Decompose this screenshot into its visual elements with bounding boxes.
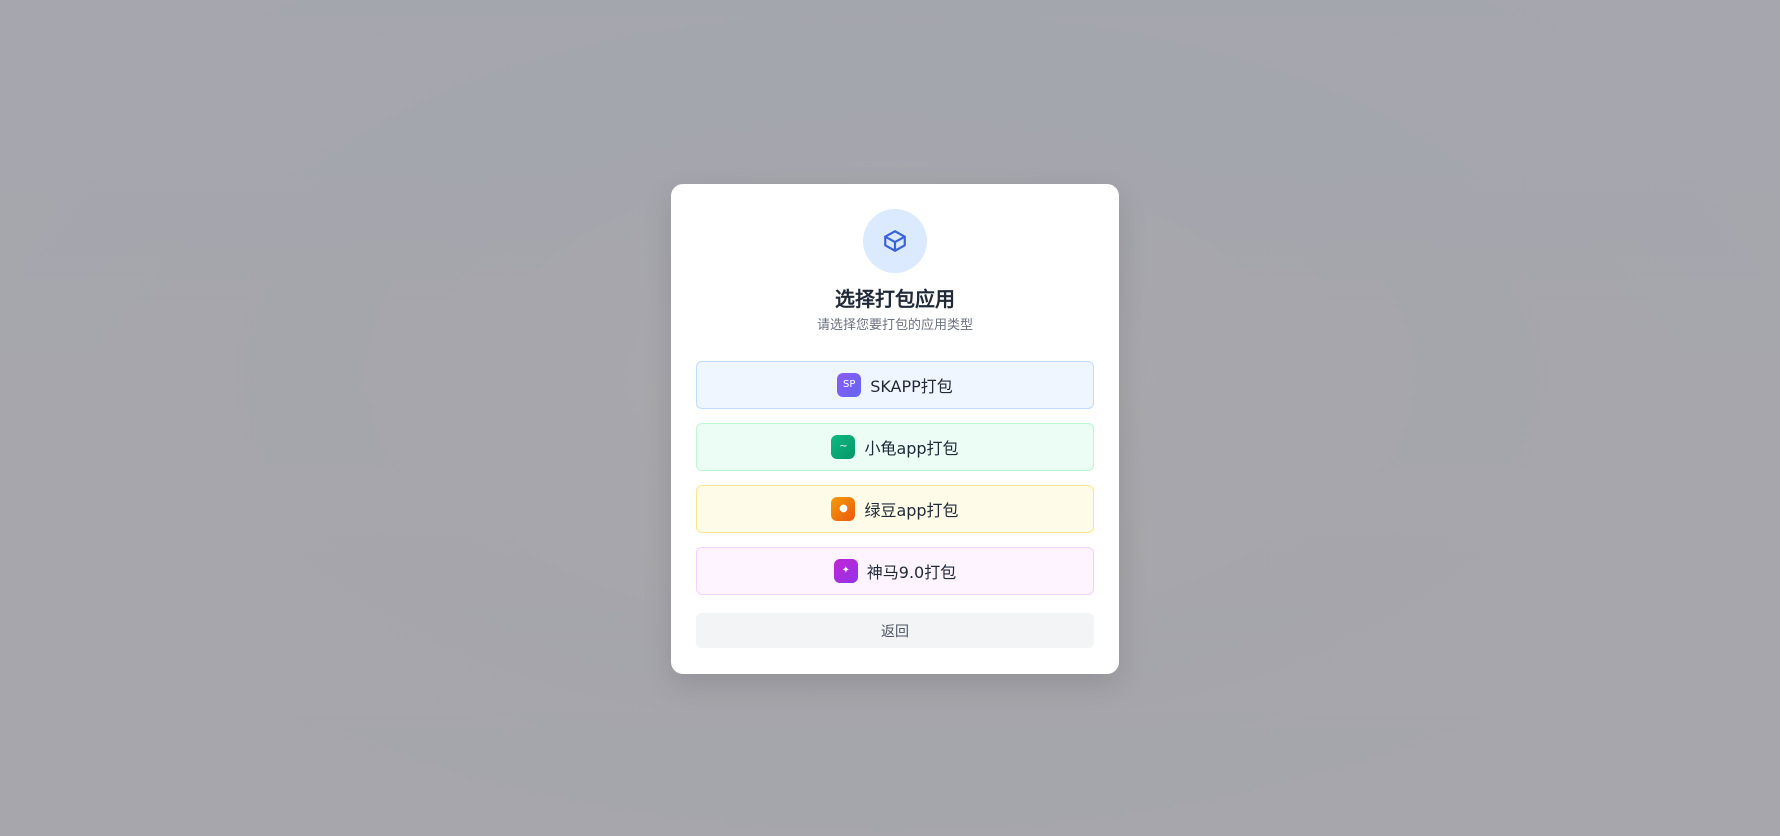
header-icon-circle [863,209,927,273]
option-label: 绿豆app打包 [864,501,959,520]
option-turtle-app-package[interactable]: ~ 小龟app打包 [696,423,1094,471]
option-label: SKAPP打包 [870,377,953,396]
turtle-app-icon: ~ [831,435,856,459]
dialog-title: 选择打包应用 [835,287,955,311]
dialog-subtitle: 请选择您要打包的应用类型 [816,318,973,333]
bean-app-icon: ● [831,497,856,521]
option-label: 神马9.0打包 [866,563,957,582]
option-skapp-package[interactable]: SP SKAPP打包 [696,361,1094,409]
select-package-app-dialog: 选择打包应用 请选择您要打包的应用类型 SP SKAPP打包 ~ 小龟app打包… [671,184,1119,674]
skapp-app-icon: SP [837,373,862,397]
shenma-app-icon: ✦ [833,559,858,583]
option-shenma-package[interactable]: ✦ 神马9.0打包 [696,547,1094,595]
back-button[interactable]: 返回 [696,613,1094,648]
package-cube-icon [884,230,906,252]
option-bean-app-package[interactable]: ● 绿豆app打包 [696,485,1094,533]
option-label: 小龟app打包 [864,439,959,458]
